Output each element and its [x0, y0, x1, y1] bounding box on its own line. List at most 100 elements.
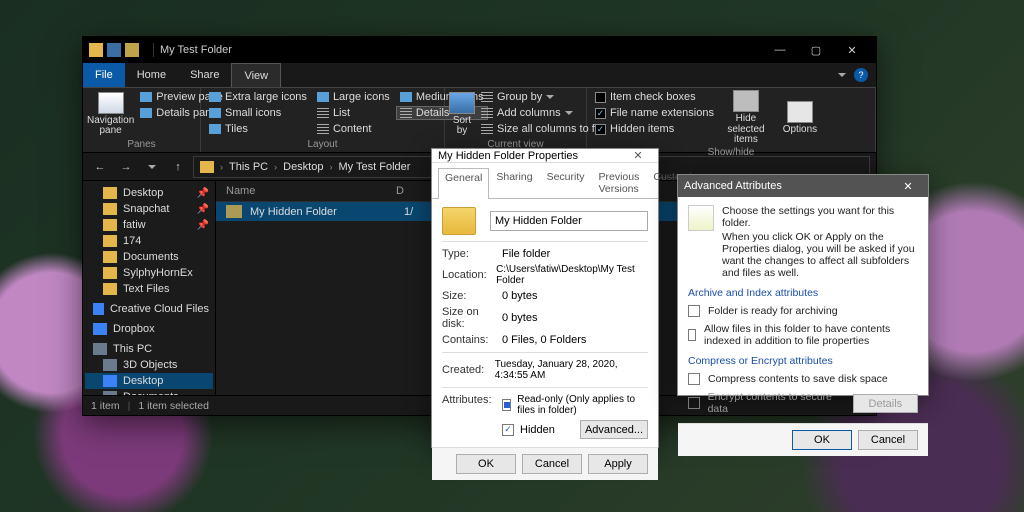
menu-share[interactable]: Share — [178, 63, 231, 87]
ribbon-view: Navigation pane Preview pane Details pan… — [83, 87, 876, 153]
layout-xlarge[interactable]: Extra large icons — [205, 90, 311, 104]
details-button: Details — [853, 394, 918, 413]
tree-creative-cloud[interactable]: Creative Cloud Files — [85, 301, 213, 317]
menubar: File Home Share View ? — [83, 63, 876, 87]
dropbox-icon — [93, 323, 107, 335]
tab-security[interactable]: Security — [540, 167, 592, 198]
tab-sharing[interactable]: Sharing — [489, 167, 539, 198]
archive-checkbox[interactable] — [688, 305, 700, 317]
prop-type: File folder — [502, 248, 550, 260]
close-button[interactable]: ✕ — [834, 37, 870, 63]
group-compress-label: Compress or Encrypt attributes — [688, 355, 918, 367]
add-columns-button[interactable]: Add columns — [477, 106, 604, 120]
hidden-items-toggle[interactable]: Hidden items — [591, 122, 718, 136]
qat-icons — [89, 43, 139, 57]
cancel-button[interactable]: Cancel — [522, 454, 582, 474]
folder-icon — [442, 207, 476, 235]
tree-pc-documents[interactable]: Documents — [85, 389, 213, 395]
back-button[interactable]: ← — [89, 156, 111, 178]
ok-button[interactable]: OK — [792, 430, 852, 450]
apply-button[interactable]: Apply — [588, 454, 648, 474]
tree-thispc[interactable]: This PC — [85, 341, 213, 357]
crumb-thispc[interactable]: This PC — [229, 161, 268, 173]
minimize-button[interactable]: — — [762, 37, 798, 63]
advanced-titlebar[interactable]: Advanced Attributes ✕ — [678, 175, 928, 197]
col-name[interactable]: Name — [226, 185, 396, 197]
ribbon-collapse-icon[interactable] — [838, 73, 846, 77]
crumb-folder[interactable]: My Test Folder — [338, 161, 410, 173]
status-count: 1 item — [91, 400, 120, 412]
file-name-extensions-toggle[interactable]: File name extensions — [591, 106, 718, 120]
tab-previous-versions[interactable]: Previous Versions — [592, 167, 647, 198]
prop-created: Tuesday, January 28, 2020, 4:34:55 AM — [495, 359, 648, 381]
compress-checkbox[interactable] — [688, 373, 700, 385]
tree-snapchat[interactable]: Snapchat📌 — [85, 201, 213, 217]
prop-size: 0 bytes — [502, 290, 537, 302]
hidden-checkbox[interactable] — [502, 424, 514, 436]
tree-dropbox[interactable]: Dropbox — [85, 321, 213, 337]
adv-note-line1: Choose the settings you want for this fo… — [722, 205, 918, 229]
status-selected: 1 item selected — [138, 400, 209, 412]
cloud-icon — [93, 303, 104, 315]
tree-174[interactable]: 174 — [85, 233, 213, 249]
layout-tiles[interactable]: Tiles — [205, 122, 311, 136]
prop-size-on-disk: 0 bytes — [502, 312, 537, 324]
forward-button[interactable]: → — [115, 156, 137, 178]
ok-button[interactable]: OK — [456, 454, 516, 474]
advanced-button[interactable]: Advanced... — [580, 420, 648, 439]
pc-icon — [93, 343, 107, 355]
properties-tabs: General Sharing Security Previous Versio… — [432, 163, 658, 198]
index-checkbox[interactable] — [688, 329, 696, 341]
item-check-boxes-toggle[interactable]: Item check boxes — [591, 90, 718, 104]
crumb-desktop[interactable]: Desktop — [283, 161, 323, 173]
options-button[interactable]: Options — [774, 90, 826, 146]
prop-location: C:\Users\fatiw\Desktop\My Test Folder — [496, 264, 648, 286]
advanced-title: Advanced Attributes — [684, 180, 782, 192]
folder-icon — [226, 205, 242, 218]
window-title: My Test Folder — [160, 44, 232, 56]
tree-documents[interactable]: Documents — [85, 249, 213, 265]
group-archive-label: Archive and Index attributes — [688, 287, 918, 299]
encrypt-checkbox — [688, 397, 700, 409]
maximize-button[interactable]: ▢ — [798, 37, 834, 63]
close-icon[interactable]: ✕ — [624, 149, 652, 162]
tree-sylphyhornex[interactable]: SylphyHornEx — [85, 265, 213, 281]
layout-content[interactable]: Content — [313, 122, 394, 136]
note-icon — [688, 205, 714, 231]
adv-note-line2: When you click OK or Apply on the Proper… — [722, 231, 918, 279]
tab-general[interactable]: General — [438, 168, 489, 199]
hide-selected-items-button[interactable]: Hide selected items — [720, 90, 772, 146]
prop-contains: 0 Files, 0 Folders — [502, 334, 586, 346]
properties-dialog: My Hidden Folder Properties ✕ General Sh… — [431, 148, 659, 448]
layout-list[interactable]: List — [313, 106, 394, 120]
cancel-button[interactable]: Cancel — [858, 430, 918, 450]
properties-titlebar[interactable]: My Hidden Folder Properties ✕ — [432, 149, 658, 163]
advanced-attributes-dialog: Advanced Attributes ✕ Choose the setting… — [677, 174, 929, 396]
explorer-titlebar[interactable]: My Test Folder — ▢ ✕ — [83, 37, 876, 63]
col-date[interactable]: D — [396, 185, 404, 197]
file-date: 1/ — [404, 206, 413, 218]
menu-file[interactable]: File — [83, 63, 125, 87]
group-by-button[interactable]: Group by — [477, 90, 604, 104]
folder-name-input[interactable]: My Hidden Folder — [490, 211, 648, 231]
sort-by-button[interactable]: Sort by — [449, 90, 475, 138]
folder-icon — [200, 161, 214, 173]
tree-textfiles[interactable]: Text Files — [85, 281, 213, 297]
menu-home[interactable]: Home — [125, 63, 178, 87]
file-name: My Hidden Folder — [250, 206, 404, 218]
menu-view[interactable]: View — [231, 63, 281, 87]
tree-pc-desktop[interactable]: Desktop — [85, 373, 213, 389]
navigation-tree[interactable]: Desktop📌 Snapchat📌 fatiw📌 174 Documents … — [83, 181, 215, 395]
layout-large[interactable]: Large icons — [313, 90, 394, 104]
tree-fatiw[interactable]: fatiw📌 — [85, 217, 213, 233]
up-button[interactable]: ↑ — [167, 156, 189, 178]
recent-button[interactable] — [141, 156, 163, 178]
layout-small[interactable]: Small icons — [205, 106, 311, 120]
tree-3dobjects[interactable]: 3D Objects — [85, 357, 213, 373]
navigation-pane-button[interactable]: Navigation pane — [87, 90, 134, 138]
help-icon[interactable]: ? — [854, 68, 868, 82]
size-all-columns-button[interactable]: Size all columns to fit — [477, 122, 604, 136]
readonly-checkbox[interactable] — [502, 399, 511, 411]
close-icon[interactable]: ✕ — [894, 180, 922, 193]
tree-desktop[interactable]: Desktop📌 — [85, 185, 213, 201]
